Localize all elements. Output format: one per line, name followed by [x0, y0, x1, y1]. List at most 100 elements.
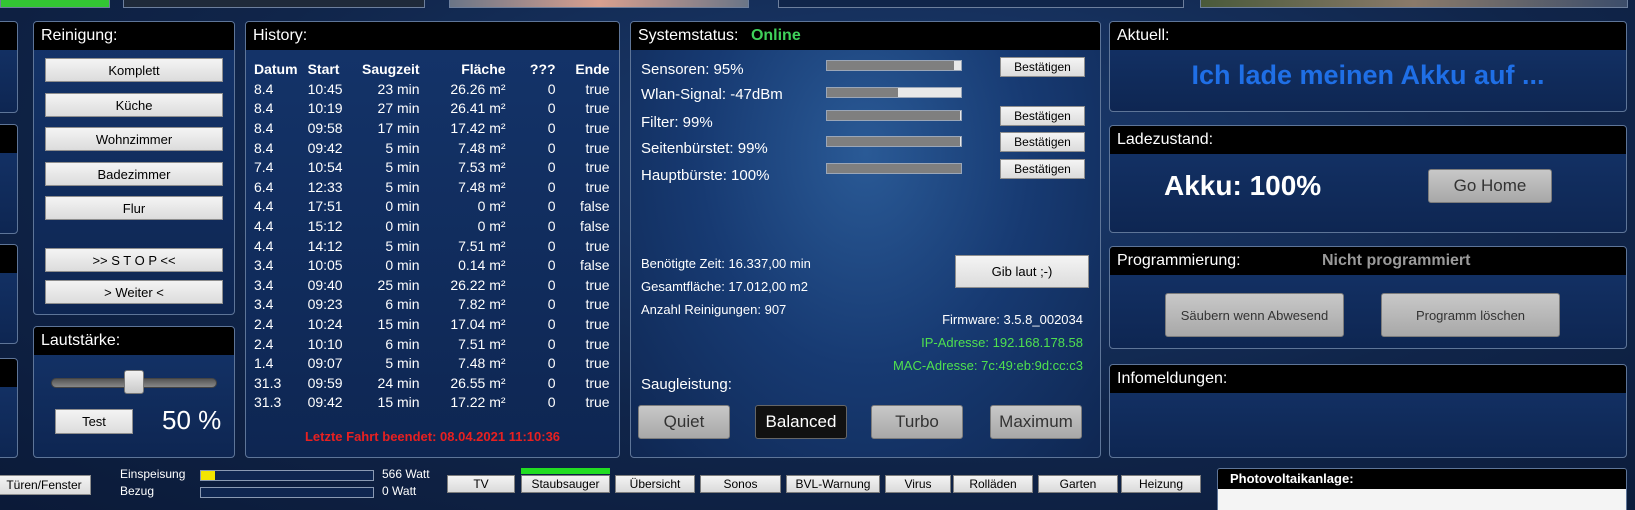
seitenbuerste-confirm-button[interactable]: Bestätigen — [1000, 132, 1085, 152]
history-cell-datum: 4.4 — [254, 237, 274, 254]
badezimmer-button[interactable]: Badezimmer — [45, 162, 223, 186]
weiter-button[interactable]: > Weiter < — [45, 280, 223, 304]
seitenbuerste-label: Seitenbürstet: 99% — [641, 140, 768, 157]
history-cell-ende: true — [585, 159, 610, 176]
history-cell-flaeche: 0 m² — [477, 198, 506, 215]
history-cell-saugzeit: 15 min — [377, 394, 420, 411]
tab-tv[interactable]: TV — [447, 475, 515, 493]
history-cell-ende: true — [585, 119, 610, 136]
photovoltaik-preview[interactable] — [1218, 489, 1626, 510]
col-flaeche: Fläche — [461, 60, 506, 77]
col-ende: Ende — [575, 60, 610, 77]
history-row: 4.4 14:12 5 min 7.51 m² 0 true — [254, 236, 610, 256]
go-home-button[interactable]: Go Home — [1428, 169, 1552, 203]
top-tile-photo[interactable] — [1200, 0, 1628, 8]
history-cell-start: 10:10 — [307, 335, 343, 352]
history-cell-start: 10:45 — [307, 80, 343, 97]
hauptbuerste-confirm-button[interactable]: Bestätigen — [1000, 159, 1085, 179]
tab-sonos[interactable]: Sonos — [700, 475, 781, 493]
filter-label: Filter: 99% — [641, 114, 713, 131]
tab-bvl-warnung[interactable]: BVL-Warnung — [786, 475, 880, 493]
history-cell-start: 10:54 — [307, 159, 343, 176]
einspeisung-label: Einspeisung — [120, 467, 186, 481]
active-tab-indicator — [521, 468, 610, 474]
stop-button[interactable]: >> S T O P << — [45, 248, 223, 272]
history-cell-unknown: 0 — [547, 315, 556, 332]
history-cell-datum: 8.4 — [254, 139, 274, 156]
firmware-text: Firmware: 3.5.8_002034 — [942, 312, 1083, 327]
systemstatus-title: Systemstatus: — [638, 27, 739, 44]
left-edge-tile-2 — [0, 124, 18, 234]
tab-garten[interactable]: Garten — [1038, 475, 1118, 493]
history-cell-datum: 8.4 — [254, 100, 274, 117]
history-cell-start: 12:33 — [307, 178, 343, 195]
history-cell-unknown: 0 — [547, 237, 556, 254]
mode-quiet-button[interactable]: Quiet — [638, 405, 730, 439]
history-cell-ende: true — [585, 394, 610, 411]
komplett-button[interactable]: Komplett — [45, 58, 223, 82]
history-cell-flaeche: 7.48 m² — [458, 178, 506, 195]
history-cell-flaeche: 17.22 m² — [450, 394, 506, 411]
tueren-fenster-button[interactable]: Türen/Fenster — [0, 475, 91, 495]
history-cell-ende: true — [585, 237, 610, 254]
history-header-row: Datum Start Saugzeit Fläche ??? Ende — [254, 58, 610, 79]
tab-heizung[interactable]: Heizung — [1121, 475, 1201, 493]
history-cell-datum: 8.4 — [254, 80, 274, 97]
top-tile-image[interactable] — [449, 0, 749, 8]
hauptbuerste-label: Hauptbürste: 100% — [641, 167, 770, 184]
history-row: 7.4 10:54 5 min 7.53 m² 0 true — [254, 157, 610, 177]
history-cell-start: 09:42 — [307, 394, 343, 411]
history-cell-start: 14:12 — [307, 237, 343, 254]
history-cell-unknown: 0 — [547, 217, 556, 234]
tab-rollaeden[interactable]: Rolläden — [953, 475, 1033, 493]
lautstaerke-panel: Lautstärke: Test 50 % — [33, 326, 235, 458]
history-cell-unknown: 0 — [547, 100, 556, 117]
gib-laut-button[interactable]: Gib laut ;-) — [955, 255, 1089, 288]
history-cell-unknown: 0 — [547, 355, 556, 372]
history-cell-unknown: 0 — [547, 296, 556, 313]
col-start: Start — [307, 60, 340, 77]
wohnzimmer-button[interactable]: Wohnzimmer — [45, 127, 223, 151]
top-tile-camera[interactable] — [123, 0, 425, 8]
sensoren-bar — [826, 60, 962, 71]
top-tile-green[interactable] — [0, 0, 110, 8]
tab-uebersicht[interactable]: Übersicht — [615, 475, 695, 493]
saeubern-wenn-abwesend-button[interactable]: Säubern wenn Abwesend — [1165, 293, 1344, 337]
history-cell-start: 09:59 — [307, 374, 343, 391]
aktuell-title: Aktuell: — [1110, 22, 1626, 50]
col-unknown: ??? — [529, 60, 556, 77]
kueche-button[interactable]: Küche — [45, 93, 223, 117]
history-cell-datum: 31.3 — [254, 394, 282, 411]
flur-button[interactable]: Flur — [45, 196, 223, 220]
history-cell-unknown: 0 — [547, 335, 556, 352]
einspeisung-bar — [200, 470, 374, 481]
cleaning-count: Anzahl Reinigungen: 907 — [641, 302, 787, 317]
mode-turbo-button[interactable]: Turbo — [871, 405, 963, 439]
history-cell-ende: true — [585, 335, 610, 352]
ip-address: IP-Adresse: 192.168.178.58 — [921, 335, 1083, 350]
tab-staubsauger[interactable]: Staubsauger — [521, 475, 610, 493]
filter-bar — [826, 110, 962, 121]
tab-virus[interactable]: Virus — [885, 475, 951, 493]
history-cell-unknown: 0 — [547, 178, 556, 195]
top-tile-empty[interactable] — [778, 0, 1184, 8]
sensoren-label: Sensoren: 95% — [641, 61, 744, 78]
bezug-label: Bezug — [120, 484, 155, 498]
photovoltaik-title: Photovoltaikanlage: — [1218, 469, 1626, 489]
sensoren-confirm-button[interactable]: Bestätigen — [1000, 57, 1085, 77]
einspeisung-bar-fill — [201, 471, 215, 480]
history-row: 4.4 17:51 0 min 0 m² 0 false — [254, 197, 610, 217]
filter-confirm-button[interactable]: Bestätigen — [1000, 106, 1085, 126]
aktuell-message: Ich lade meinen Akku auf ... — [1191, 60, 1545, 90]
history-cell-saugzeit: 15 min — [377, 315, 420, 332]
programm-loeschen-button[interactable]: Programm löschen — [1381, 293, 1560, 337]
test-button[interactable]: Test — [55, 409, 133, 434]
history-cell-saugzeit: 5 min — [385, 139, 420, 156]
mode-maximum-button[interactable]: Maximum — [990, 405, 1082, 439]
mode-balanced-button[interactable]: Balanced — [755, 405, 847, 439]
col-datum: Datum — [254, 60, 298, 77]
volume-slider-handle[interactable] — [124, 370, 144, 394]
left-edge-tile-1 — [0, 21, 18, 113]
programmierung-panel: Programmierung: Nicht programmiert Säube… — [1109, 246, 1627, 349]
history-cell-saugzeit: 5 min — [385, 237, 420, 254]
